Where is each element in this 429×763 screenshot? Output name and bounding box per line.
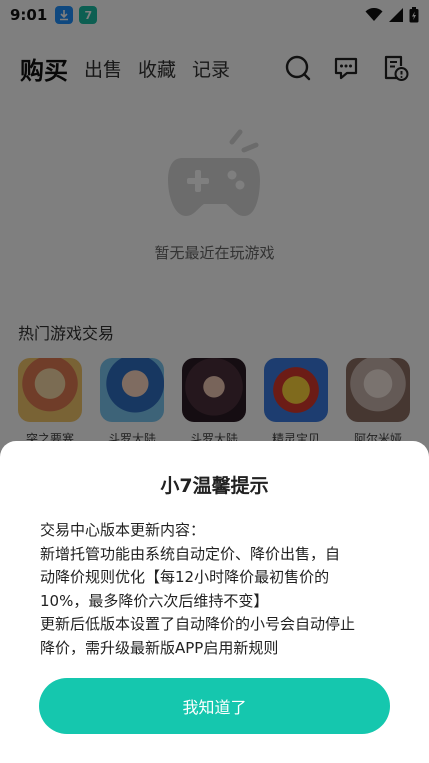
dialog-line: 交易中心版本更新内容：	[40, 521, 206, 539]
dialog-body: 交易中心版本更新内容： 新增托管功能由系统自动定价、降价出售，自 动降价规则优化…	[40, 519, 392, 660]
dialog-line: 10%，最多降价六次后维持不变】	[40, 591, 269, 610]
confirm-button[interactable]: 我知道了	[39, 678, 390, 734]
dialog-line: 动降价规则优化【每12小时降价最初售价的	[40, 568, 330, 586]
dialog-line: 更新后低版本设置了自动降价的小号会自动停止	[40, 615, 356, 633]
notice-dialog: 小7温馨提示 交易中心版本更新内容： 新增托管功能由系统自动定价、降价出售，自 …	[0, 441, 429, 763]
dialog-title: 小7温馨提示	[160, 475, 269, 497]
dialog-line: 降价，需升级最新版APP启用新规则	[40, 638, 279, 657]
dialog-line: 新增托管功能由系统自动定价、降价出售，自	[40, 544, 341, 563]
